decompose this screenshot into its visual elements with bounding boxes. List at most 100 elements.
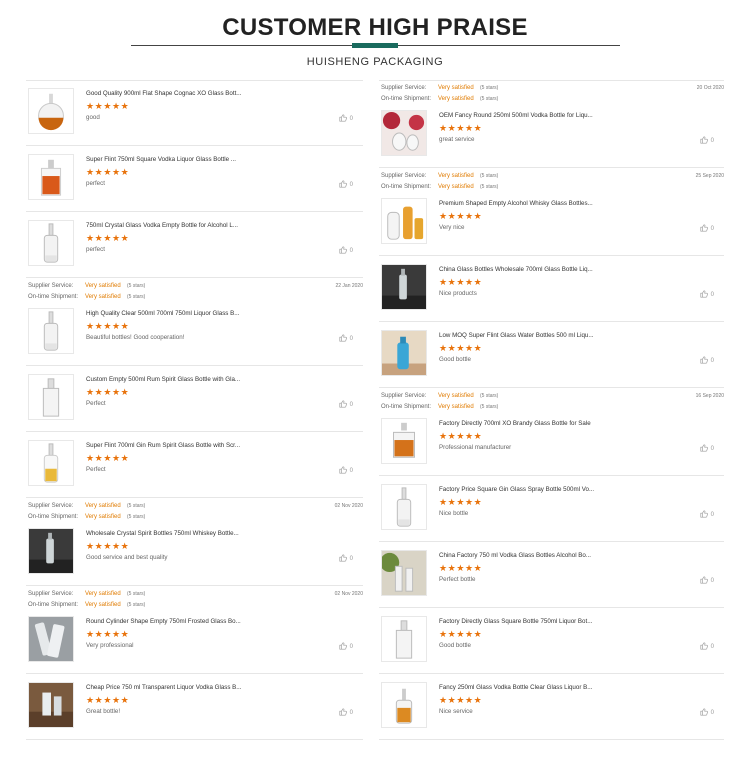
- thumbs-up-icon: [700, 356, 708, 366]
- rating-stars: ★★★★★: [439, 343, 483, 353]
- review-item: Factory Directly Glass Square Bottle 750…: [379, 608, 724, 674]
- like-button[interactable]: 0: [700, 510, 714, 520]
- like-button[interactable]: 0: [700, 136, 714, 146]
- product-thumbnail[interactable]: [381, 682, 427, 728]
- product-name-link[interactable]: Fancy 250ml Glass Vodka Bottle Clear Gla…: [439, 684, 659, 691]
- product-name-link[interactable]: China Glass Bottles Wholesale 700ml Glas…: [439, 266, 659, 273]
- like-count: 0: [349, 468, 353, 474]
- review-date: 25 Sep 2020: [695, 173, 724, 179]
- supplier-service-label: Supplier Service:: [381, 393, 427, 399]
- product-thumbnail[interactable]: [28, 528, 74, 574]
- like-button[interactable]: 0: [339, 400, 353, 410]
- review-comment: Good bottle: [439, 642, 471, 649]
- like-button[interactable]: 0: [700, 224, 714, 234]
- stars-note: (5 stars): [480, 173, 499, 179]
- review-comment: Beautiful bottles! Good cooperation!: [86, 334, 185, 341]
- product-thumbnail[interactable]: [381, 418, 427, 464]
- review-item: Round Cylinder Shape Empty 750ml Frosted…: [26, 608, 363, 674]
- product-thumbnail[interactable]: [381, 110, 427, 156]
- review-comment: Great bottle!: [86, 708, 121, 715]
- product-thumbnail[interactable]: [28, 682, 74, 728]
- product-thumbnail[interactable]: [381, 616, 427, 662]
- product-thumbnail[interactable]: [28, 220, 74, 266]
- thumbs-up-icon: [700, 576, 708, 586]
- rating-stars: ★★★★★: [439, 123, 483, 133]
- product-thumbnail[interactable]: [381, 198, 427, 244]
- product-name-link[interactable]: Super Flint 700ml Gin Rum Spirit Glass B…: [86, 442, 306, 449]
- like-button[interactable]: 0: [700, 708, 714, 718]
- product-name-link[interactable]: Super Flint 750ml Square Vodka Liquor Gl…: [86, 156, 306, 163]
- rating-stars: ★★★★★: [439, 629, 483, 639]
- product-name-link[interactable]: Good Quality 900ml Flat Shape Cognac XO …: [86, 90, 306, 97]
- like-button[interactable]: 0: [700, 444, 714, 454]
- product-name-link[interactable]: 750ml Crystal Glass Vodka Empty Bottle f…: [86, 222, 306, 229]
- product-name-link[interactable]: Cheap Price 750 ml Transparent Liquor Vo…: [86, 684, 306, 691]
- product-thumbnail[interactable]: [28, 440, 74, 486]
- rating-stars: ★★★★★: [439, 695, 483, 705]
- product-name-link[interactable]: Premium Shaped Empty Alcohol Whisky Glas…: [439, 200, 659, 207]
- thumbs-up-icon: [700, 290, 708, 300]
- review-comment: Perfect bottle: [439, 576, 476, 583]
- like-button[interactable]: 0: [339, 642, 353, 652]
- product-thumbnail[interactable]: [381, 264, 427, 310]
- row-divider: [379, 167, 724, 168]
- rating-stars: ★★★★★: [86, 167, 130, 177]
- row-divider: [379, 739, 724, 740]
- rating-stars: ★★★★★: [86, 453, 130, 463]
- product-name-link[interactable]: Low MOQ Super Flint Glass Water Bottles …: [439, 332, 659, 339]
- rating-stars: ★★★★★: [86, 541, 130, 551]
- product-thumbnail[interactable]: [28, 154, 74, 200]
- product-thumbnail[interactable]: [381, 550, 427, 596]
- like-button[interactable]: 0: [339, 466, 353, 476]
- supplier-service-value: Very satisfied: [85, 591, 121, 597]
- like-button[interactable]: 0: [700, 290, 714, 300]
- supplier-service-label: Supplier Service:: [381, 85, 427, 91]
- product-name-link[interactable]: Custom Empty 500ml Rum Spirit Glass Bott…: [86, 376, 306, 383]
- product-name-link[interactable]: China Factory 750 ml Vodka Glass Bottles…: [439, 552, 659, 559]
- thumbs-up-icon: [339, 400, 347, 410]
- product-thumbnail[interactable]: [381, 484, 427, 530]
- product-name-link[interactable]: Factory Price Square Gin Glass Spray Bot…: [439, 486, 659, 493]
- like-button[interactable]: 0: [700, 642, 714, 652]
- like-count: 0: [710, 138, 714, 144]
- review-item: Super Flint 750ml Square Vodka Liquor Gl…: [26, 146, 363, 212]
- product-thumbnail[interactable]: [381, 330, 427, 376]
- like-button[interactable]: 0: [339, 114, 353, 124]
- product-thumbnail[interactable]: [28, 374, 74, 420]
- thumbs-up-icon: [700, 510, 708, 520]
- like-button[interactable]: 0: [700, 576, 714, 586]
- product-name-link[interactable]: Wholesale Crystal Spirit Bottles 750ml W…: [86, 530, 306, 537]
- product-thumbnail[interactable]: [28, 308, 74, 354]
- product-name-link[interactable]: Round Cylinder Shape Empty 750ml Frosted…: [86, 618, 306, 625]
- review-item: Cheap Price 750 ml Transparent Liquor Vo…: [26, 674, 363, 740]
- review-comment: perfect: [86, 246, 105, 253]
- product-name-link[interactable]: Factory Directly 700ml XO Brandy Glass B…: [439, 420, 659, 427]
- product-thumbnail[interactable]: [28, 616, 74, 662]
- product-name-link[interactable]: OEM Fancy Round 250ml 500ml Vodka Bottle…: [439, 112, 659, 119]
- like-button[interactable]: 0: [339, 334, 353, 344]
- product-name-link[interactable]: Factory Directly Glass Square Bottle 750…: [439, 618, 659, 625]
- like-button[interactable]: 0: [339, 708, 353, 718]
- supplier-service-label: Supplier Service:: [28, 503, 74, 509]
- rating-stars: ★★★★★: [86, 233, 130, 243]
- thumbs-up-icon: [339, 554, 347, 564]
- product-name-link[interactable]: High Quality Clear 500ml 700ml 750ml Liq…: [86, 310, 306, 317]
- page-title: CUSTOMER HIGH PRAISE: [222, 14, 528, 41]
- like-button[interactable]: 0: [339, 180, 353, 190]
- thumbs-up-icon: [339, 642, 347, 652]
- rating-stars: ★★★★★: [86, 321, 130, 331]
- review-item: Wholesale Crystal Spirit Bottles 750ml W…: [26, 520, 363, 586]
- product-thumbnail[interactable]: [28, 88, 74, 134]
- row-divider: [379, 387, 724, 388]
- thumbs-up-icon: [700, 444, 708, 454]
- like-button[interactable]: 0: [700, 356, 714, 366]
- like-count: 0: [710, 512, 714, 518]
- like-button[interactable]: 0: [339, 554, 353, 564]
- row-divider: [26, 585, 363, 586]
- like-button[interactable]: 0: [339, 246, 353, 256]
- supplier-service-label: Supplier Service:: [28, 591, 74, 597]
- supplier-service-value: Very satisfied: [438, 173, 474, 179]
- like-count: 0: [710, 578, 714, 584]
- supplier-service-value: Very satisfied: [85, 503, 121, 509]
- review-item: OEM Fancy Round 250ml 500ml Vodka Bottle…: [379, 102, 724, 168]
